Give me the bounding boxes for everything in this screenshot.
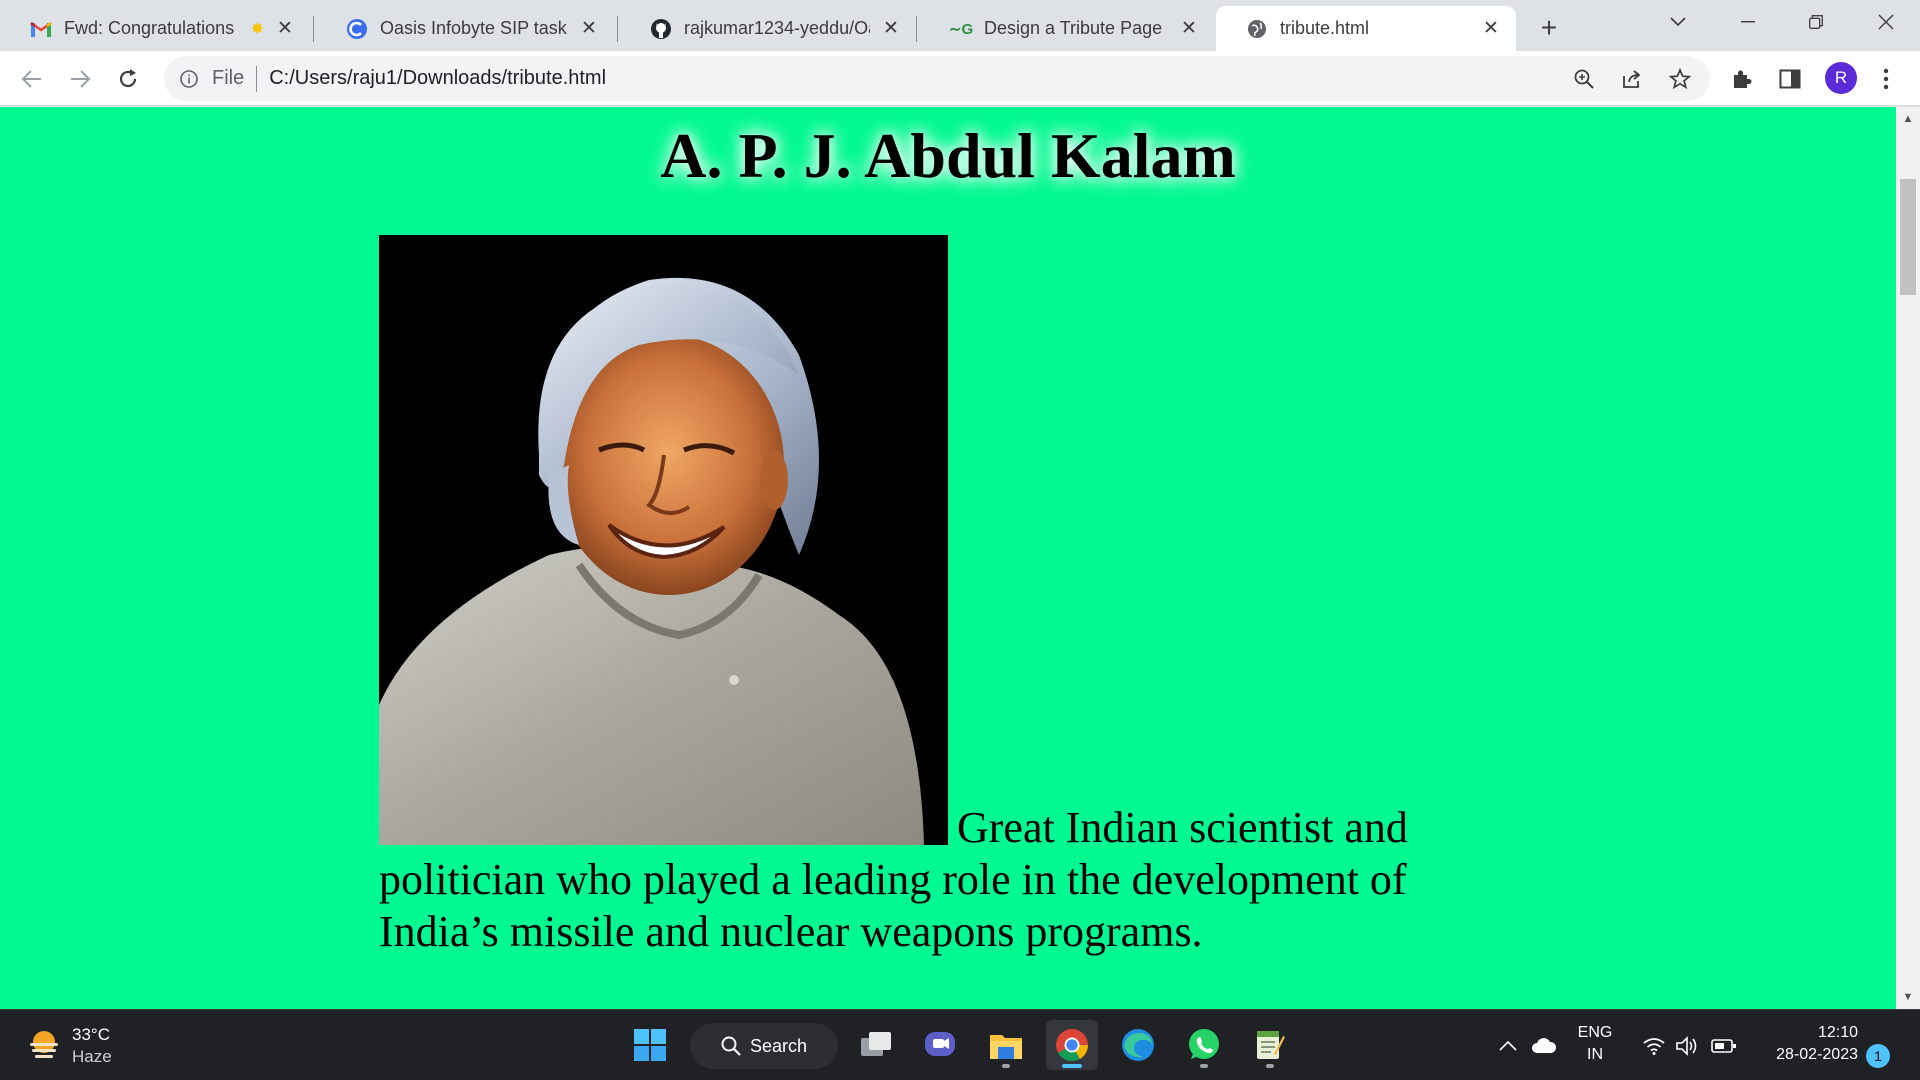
tab-title: Design a Tribute Page usi: [984, 18, 1168, 38]
forward-button[interactable]: [62, 61, 98, 97]
tribute-paragraph: Great Indian scientist and politician wh…: [379, 803, 1408, 956]
language-indicator[interactable]: ENG IN: [1572, 1022, 1618, 1066]
tab-gmail[interactable]: Fwd: Congratulations ✸ ✕: [0, 6, 310, 51]
info-icon[interactable]: [178, 68, 200, 90]
whatsapp-icon[interactable]: [1178, 1020, 1230, 1070]
close-icon[interactable]: ✕: [274, 18, 296, 40]
chrome-icon[interactable]: [1046, 1020, 1098, 1070]
close-icon[interactable]: ✕: [578, 18, 600, 40]
tab-divider: [617, 16, 618, 42]
bookmark-star-icon[interactable]: [1666, 65, 1694, 93]
browser-toolbar: File C:/Users/raju1/Downloads/tribute.ht…: [0, 51, 1920, 106]
onedrive-cloud-icon[interactable]: [1530, 1032, 1558, 1060]
edge-icon[interactable]: [1112, 1020, 1164, 1070]
task-view-icon[interactable]: [850, 1020, 902, 1070]
running-indicator: [1266, 1064, 1274, 1068]
page-viewport: A. P. J. Abdul Kalam Great Indian scient…: [0, 107, 1896, 1009]
page-title: A. P. J. Abdul Kalam: [660, 120, 1236, 191]
tab-divider: [916, 16, 917, 42]
battery-icon[interactable]: [1710, 1032, 1738, 1060]
notification-badge[interactable]: 1: [1866, 1044, 1890, 1068]
tab-title: tribute.html: [1280, 18, 1370, 38]
profile-avatar[interactable]: R: [1825, 62, 1857, 94]
notepad-app-icon[interactable]: [1244, 1020, 1296, 1070]
geeksforgeeks-icon: ∼G: [948, 20, 974, 38]
extensions-icon[interactable]: [1728, 65, 1756, 93]
scroll-thumb[interactable]: [1900, 179, 1916, 295]
oasis-icon: [346, 18, 368, 40]
clock-time: 12:10: [1817, 1024, 1858, 1041]
restore-button[interactable]: [1786, 0, 1846, 44]
tab-strip: Fwd: Congratulations ✸ ✕ Oasis Infobyte …: [0, 0, 1920, 51]
running-indicator: [1200, 1064, 1208, 1068]
github-icon: [650, 18, 672, 40]
weather-temperature: 33°C: [72, 1025, 110, 1044]
start-button[interactable]: [624, 1020, 676, 1070]
haze-sun-icon: [26, 1026, 62, 1067]
windows-taskbar: 33°C Haze Search ENG IN 12:10 28-02-2023…: [0, 1009, 1920, 1080]
tab-geeksforgeeks[interactable]: ∼G Design a Tribute Page usi ✕: [920, 6, 1214, 51]
weather-widget[interactable]: 33°C Haze: [26, 1024, 112, 1068]
tab-github[interactable]: rajkumar1234-yeddu/Oas ✕: [620, 6, 916, 51]
search-icon: [720, 1035, 742, 1062]
tab-title: rajkumar1234-yeddu/Oas: [684, 18, 870, 38]
address-divider: [256, 65, 258, 92]
new-tab-button[interactable]: +: [1531, 10, 1567, 46]
scheme-label: File: [212, 67, 245, 89]
close-window-button[interactable]: [1856, 0, 1916, 44]
globe-icon: [1246, 18, 1268, 40]
address-bar[interactable]: File C:/Users/raju1/Downloads/tribute.ht…: [164, 56, 1710, 101]
reload-button[interactable]: [110, 61, 146, 97]
taskbar-search[interactable]: Search: [690, 1023, 838, 1069]
scroll-down-icon[interactable]: ▼: [1896, 985, 1920, 1009]
file-explorer-icon[interactable]: [980, 1020, 1032, 1070]
tab-tribute[interactable]: tribute.html ✕: [1216, 6, 1516, 51]
search-label: Search: [750, 1035, 808, 1056]
clock-date: 28-02-2023: [1776, 1046, 1858, 1063]
tab-title: Oasis Infobyte SIP task list: [380, 18, 568, 38]
tab-oasis[interactable]: Oasis Infobyte SIP task list ✕: [316, 6, 614, 51]
tab-divider: [313, 16, 314, 42]
gmail-icon: [30, 18, 52, 40]
volume-icon[interactable]: [1674, 1032, 1702, 1060]
close-icon[interactable]: ✕: [880, 18, 902, 40]
tab-title: Fwd: Congratulations: [64, 18, 235, 38]
kebab-menu-icon[interactable]: [1872, 65, 1900, 93]
clock[interactable]: 12:10 28-02-2023: [1752, 1022, 1858, 1066]
running-indicator: [1062, 1064, 1082, 1068]
wifi-icon[interactable]: [1640, 1032, 1668, 1060]
share-icon[interactable]: [1618, 65, 1646, 93]
vertical-scrollbar[interactable]: ▲ ▼: [1896, 107, 1920, 1009]
back-button[interactable]: [14, 61, 50, 97]
side-panel-icon[interactable]: [1776, 65, 1804, 93]
chevron-up-icon[interactable]: [1494, 1032, 1522, 1060]
sparkle-icon: ✸: [250, 20, 264, 38]
region-code: IN: [1587, 1046, 1603, 1063]
close-icon[interactable]: ✕: [1178, 18, 1200, 40]
minimize-button[interactable]: [1718, 0, 1778, 44]
teams-chat-icon[interactable]: [914, 1020, 966, 1070]
url-text[interactable]: C:/Users/raju1/Downloads/tribute.html: [269, 67, 606, 90]
weather-condition: Haze: [72, 1047, 112, 1066]
tab-search-button[interactable]: [1648, 0, 1708, 44]
scroll-up-icon[interactable]: ▲: [1896, 107, 1920, 131]
running-indicator: [1002, 1064, 1010, 1068]
close-icon[interactable]: ✕: [1480, 18, 1502, 40]
zoom-icon[interactable]: [1570, 65, 1598, 93]
portrait-image: [379, 235, 948, 845]
language-code: ENG: [1577, 1024, 1613, 1041]
